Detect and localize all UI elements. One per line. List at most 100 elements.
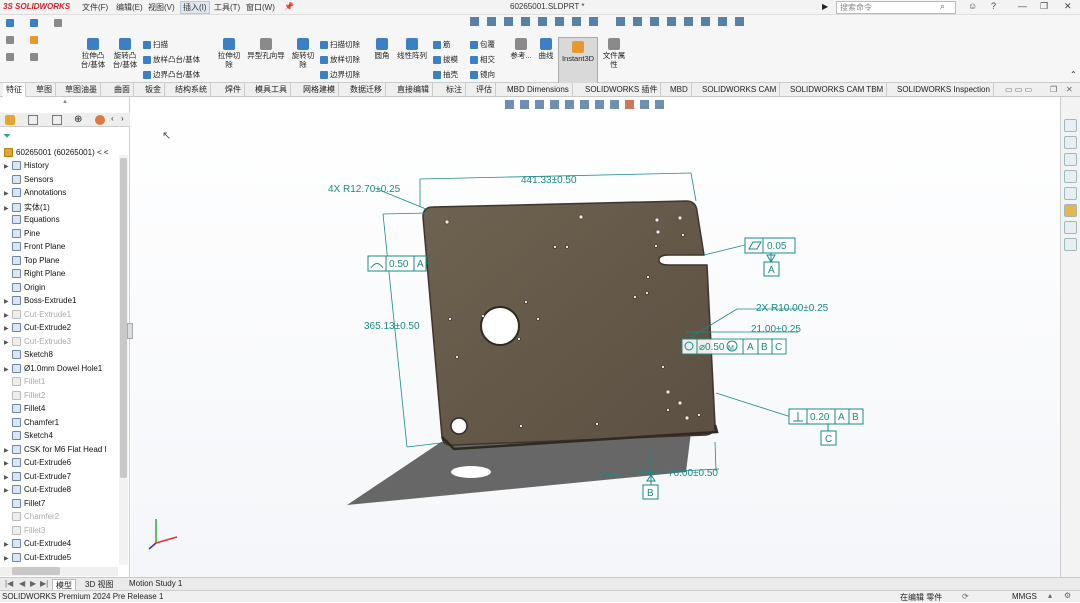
tab-markup[interactable]: 标注 bbox=[443, 83, 466, 97]
curves-button[interactable]: 曲线 bbox=[535, 38, 557, 60]
wrap-button[interactable]: 包覆 bbox=[470, 39, 495, 50]
tab-solidworks-inspection[interactable]: SOLIDWORKS Inspection bbox=[894, 83, 994, 97]
solidworks-forum-icon[interactable] bbox=[1064, 238, 1077, 251]
tab-sketch-ink[interactable]: 草图油墨 bbox=[62, 83, 101, 97]
view-palette-icon[interactable] bbox=[1064, 187, 1077, 200]
resources-icon[interactable] bbox=[1064, 119, 1077, 132]
revolved-cut-button[interactable]: 旋转切 除 bbox=[288, 38, 318, 69]
view-icon[interactable] bbox=[470, 17, 479, 26]
intersect-button[interactable]: 相交 bbox=[470, 54, 495, 65]
position-frame[interactable]: ⌀0.50 M A B C bbox=[681, 338, 787, 355]
tree-item[interactable]: ▶ Cut-Extrude3 bbox=[4, 337, 71, 346]
tree-hscroll-thumb[interactable] bbox=[12, 567, 60, 575]
options-gear-icon[interactable] bbox=[30, 52, 40, 62]
view-icon[interactable] bbox=[633, 17, 642, 26]
tab-solidworks-cam-tbm[interactable]: SOLIDWORKS CAM TBM bbox=[787, 83, 888, 97]
tab-mbd[interactable]: MBD bbox=[667, 83, 692, 97]
tree-item[interactable]: Right Plane bbox=[4, 269, 65, 279]
expand-arrow-icon[interactable]: ▶ bbox=[4, 487, 12, 494]
rib-button[interactable]: 筋 bbox=[433, 39, 451, 50]
units-selector[interactable]: MMGS bbox=[1012, 592, 1037, 601]
tab-solidworks-cam[interactable]: SOLIDWORKS CAM bbox=[699, 83, 781, 97]
tree-item[interactable]: ▶ Cut-Extrude4 bbox=[4, 539, 71, 549]
shell-button[interactable]: 抽壳 bbox=[433, 69, 458, 80]
rebuild-icon[interactable]: ⟳ bbox=[962, 592, 969, 601]
view-icon[interactable] bbox=[735, 17, 744, 26]
mirror-button[interactable]: 镜向 bbox=[470, 69, 495, 80]
view-icon[interactable] bbox=[555, 17, 564, 26]
tab-sheet-metal[interactable]: 钣金 bbox=[142, 83, 165, 97]
tree-item[interactable]: Fillet2 bbox=[4, 391, 45, 400]
height-dim[interactable]: 365.13±0.50 bbox=[364, 321, 420, 332]
tree-item[interactable]: ▶ Boss-Extrude1 bbox=[4, 296, 76, 306]
corner-hole[interactable] bbox=[450, 417, 468, 435]
user-icon[interactable]: ☺ bbox=[968, 1, 977, 11]
search-scope-icon[interactable]: ▶ bbox=[822, 2, 828, 11]
tree-item[interactable]: Top Plane bbox=[4, 256, 60, 265]
tree-item[interactable]: ▶ CSK for M6 Flat Head I bbox=[4, 445, 107, 454]
reference-geometry-button[interactable]: 参考... bbox=[508, 38, 534, 60]
tree-item[interactable]: Fillet7 bbox=[4, 499, 45, 508]
design-library-icon[interactable] bbox=[1064, 153, 1077, 166]
tab-solidworks-addins[interactable]: SOLIDWORKS 插件 bbox=[582, 83, 662, 97]
print-icon[interactable] bbox=[6, 52, 16, 62]
menu-window[interactable]: 窗口(W) bbox=[246, 2, 275, 13]
expand-arrow-icon[interactable]: ▶ bbox=[4, 460, 12, 467]
help-icon[interactable]: ? bbox=[991, 1, 996, 11]
tree-item[interactable]: ▶ Cut-Extrude1 bbox=[4, 310, 71, 319]
tab-motion-study[interactable]: Motion Study 1 bbox=[126, 579, 185, 588]
dimxpert-icon[interactable]: ⊕ bbox=[74, 114, 82, 125]
expand-arrow-icon[interactable]: ▶ bbox=[4, 325, 12, 332]
tree-item[interactable]: Sensors bbox=[4, 175, 53, 184]
tab-surfaces[interactable]: 曲面 bbox=[111, 83, 134, 97]
tree-item[interactable]: Chamfer2 bbox=[4, 512, 59, 522]
hole-wizard-button[interactable]: 异型孔向导 bbox=[245, 38, 287, 60]
tree-item[interactable]: Sketch8 bbox=[4, 350, 53, 360]
corner-radius-dim[interactable]: 4X R12.70±0.25 bbox=[328, 184, 401, 195]
tree-item[interactable]: Pine bbox=[4, 229, 40, 238]
tree-item[interactable]: ▶ Cut-Extrude8 bbox=[4, 485, 71, 495]
tree-item[interactable]: Fillet4 bbox=[4, 404, 45, 414]
tree-item[interactable]: Origin bbox=[4, 283, 45, 292]
feature-manager-icon[interactable] bbox=[5, 115, 15, 125]
tree-item[interactable]: Fillet1 bbox=[4, 377, 45, 387]
tree-scroll-thumb[interactable] bbox=[120, 158, 127, 478]
expand-arrow-icon[interactable]: ▶ bbox=[4, 555, 12, 562]
tree-item[interactable]: ▶ History bbox=[4, 161, 49, 171]
tree-item[interactable]: Fillet3 bbox=[4, 526, 45, 535]
save-icon[interactable] bbox=[30, 18, 40, 28]
view-icon[interactable] bbox=[718, 17, 727, 26]
tab-mesh-modeling[interactable]: 网格建模 bbox=[300, 83, 339, 97]
expand-arrow-icon[interactable]: ▶ bbox=[4, 298, 12, 305]
tab-structure-system[interactable]: 结构系统 bbox=[172, 83, 211, 97]
tree-item[interactable]: Front Plane bbox=[4, 242, 65, 252]
tree-item[interactable]: ▶ Cut-Extrude5 bbox=[4, 553, 71, 562]
view-icon[interactable] bbox=[572, 17, 581, 26]
tree-item[interactable]: Sketch4 bbox=[4, 431, 53, 441]
display-manager-icon[interactable] bbox=[95, 115, 105, 125]
tree-item[interactable]: Chamfer1 bbox=[4, 418, 59, 427]
boundary-boss-button[interactable]: 边界凸台/基体 bbox=[143, 69, 200, 80]
new-icon[interactable] bbox=[6, 18, 16, 28]
width-dim[interactable]: 441.33±0.50 bbox=[521, 175, 577, 186]
tab-features[interactable]: 特征 bbox=[3, 83, 26, 97]
menu-tools[interactable]: 工具(T) bbox=[214, 2, 240, 13]
tile-window-icon[interactable]: ▭ ▭ ▭ bbox=[1005, 85, 1032, 94]
configuration-manager-icon[interactable] bbox=[52, 115, 62, 125]
flatness-frame[interactable]: 0.50 A bbox=[367, 255, 427, 272]
tab-direct-editing[interactable]: 直接编辑 bbox=[394, 83, 433, 97]
menu-edit[interactable]: 编辑(E) bbox=[116, 2, 143, 13]
panel-prev-icon[interactable]: ‹ bbox=[111, 114, 114, 123]
file-properties-button[interactable]: 文件属 性 bbox=[600, 38, 628, 69]
tree-item[interactable]: ▶ 实体(1) bbox=[4, 202, 50, 213]
swept-boss-button[interactable]: 扫描 bbox=[143, 39, 168, 50]
lofted-boss-button[interactable]: 放样凸台/基体 bbox=[143, 54, 200, 65]
minimize-icon[interactable]: — bbox=[1018, 1, 1027, 11]
close-doc-icon[interactable]: ✕ bbox=[1066, 85, 1073, 94]
view-icon[interactable] bbox=[538, 17, 547, 26]
extruded-boss-button[interactable]: 拉伸凸 台/基体 bbox=[78, 38, 108, 69]
restore-icon[interactable]: ❐ bbox=[1040, 1, 1048, 12]
pin-icon[interactable]: 📌 bbox=[284, 2, 294, 11]
parallelism-frame[interactable]: 0.05 A bbox=[744, 237, 796, 277]
fillet-button[interactable]: 圆角 bbox=[371, 38, 393, 60]
